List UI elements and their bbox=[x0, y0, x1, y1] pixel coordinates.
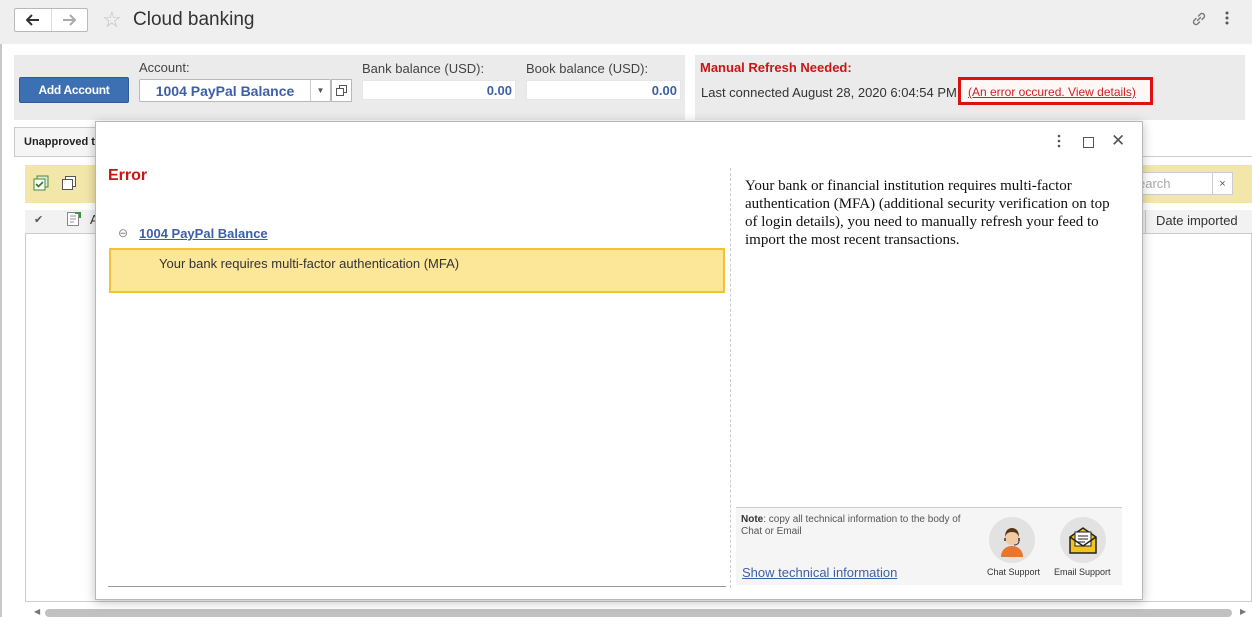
close-icon[interactable]: ✕ bbox=[1111, 131, 1125, 151]
back-button[interactable] bbox=[15, 9, 51, 31]
email-support-label: Email Support bbox=[1054, 567, 1111, 577]
add-account-button[interactable]: Add Account bbox=[19, 77, 129, 103]
chat-support-label: Chat Support bbox=[987, 567, 1041, 577]
manual-refresh-heading: Manual Refresh Needed: bbox=[700, 60, 852, 75]
arrow-left-icon bbox=[25, 14, 39, 26]
account-label: Account: bbox=[139, 60, 190, 75]
nav-buttons bbox=[14, 8, 88, 32]
support-note: Note: copy all technical information to … bbox=[741, 514, 981, 538]
collapse-icon[interactable]: ⊖ bbox=[118, 226, 128, 240]
chevron-down-icon[interactable]: ▼ bbox=[310, 80, 330, 101]
note-label: Note bbox=[741, 514, 764, 525]
email-support-icon bbox=[1069, 527, 1097, 554]
view-error-details-link[interactable]: (An error occured. View details) bbox=[968, 85, 1136, 99]
book-balance-label: Book balance (USD): bbox=[526, 61, 649, 76]
note-text: : copy all technical information to the … bbox=[741, 514, 961, 537]
book-balance-field: 0.00 bbox=[526, 80, 681, 100]
chat-support-icon bbox=[1001, 528, 1023, 557]
account-link[interactable]: 1004 PayPal Balance bbox=[139, 226, 268, 241]
email-support-button[interactable] bbox=[1060, 517, 1106, 563]
dialog-title: Error bbox=[108, 167, 148, 184]
scroll-left-icon[interactable]: ◀ bbox=[34, 607, 40, 616]
arrow-right-icon bbox=[63, 14, 77, 26]
error-message: Your bank or financial institution requi… bbox=[745, 178, 1110, 248]
approve-all-icon[interactable] bbox=[33, 175, 49, 194]
dialog-divider bbox=[730, 168, 731, 588]
date-imported-header[interactable]: Date imported bbox=[1145, 210, 1252, 234]
account-select-value: 1004 PayPal Balance bbox=[155, 82, 295, 99]
chat-support-button[interactable] bbox=[989, 517, 1035, 563]
open-account-button[interactable] bbox=[331, 79, 352, 102]
link-icon[interactable] bbox=[1190, 10, 1208, 31]
search-input[interactable]: earch × bbox=[1133, 172, 1233, 195]
forward-button[interactable] bbox=[50, 9, 88, 31]
warning-text: Your bank requires multi-factor authenti… bbox=[159, 256, 460, 271]
maximize-icon[interactable] bbox=[1083, 137, 1094, 148]
horizontal-scrollbar[interactable] bbox=[45, 609, 1232, 617]
page-title: Cloud banking bbox=[133, 9, 255, 30]
bank-balance-label: Bank balance (USD): bbox=[362, 61, 485, 76]
left-edge bbox=[0, 44, 2, 617]
open-window-icon bbox=[336, 85, 347, 96]
search-placeholder: earch bbox=[1138, 176, 1171, 191]
scroll-right-icon[interactable]: ▶ bbox=[1240, 607, 1246, 616]
checkmark-icon[interactable]: ✔ bbox=[34, 213, 43, 226]
left-pane-bottom-rule bbox=[108, 586, 726, 587]
bank-balance-field: 0.00 bbox=[362, 80, 516, 100]
star-icon[interactable]: ☆ bbox=[102, 7, 122, 33]
account-select[interactable]: 1004 PayPal Balance ▼ bbox=[139, 79, 331, 102]
more-vertical-icon[interactable] bbox=[1224, 10, 1230, 31]
dialog-more-icon[interactable] bbox=[1057, 134, 1061, 148]
last-connected-text: Last connected August 28, 2020 6:04:54 P… bbox=[701, 85, 957, 100]
copy-icon[interactable] bbox=[61, 175, 77, 194]
clear-search-icon[interactable]: × bbox=[1212, 173, 1232, 194]
tab-unapproved-label: Unapproved tra bbox=[24, 136, 106, 148]
import-status-icon bbox=[66, 211, 82, 230]
show-technical-info-link[interactable]: Show technical information bbox=[742, 565, 897, 580]
